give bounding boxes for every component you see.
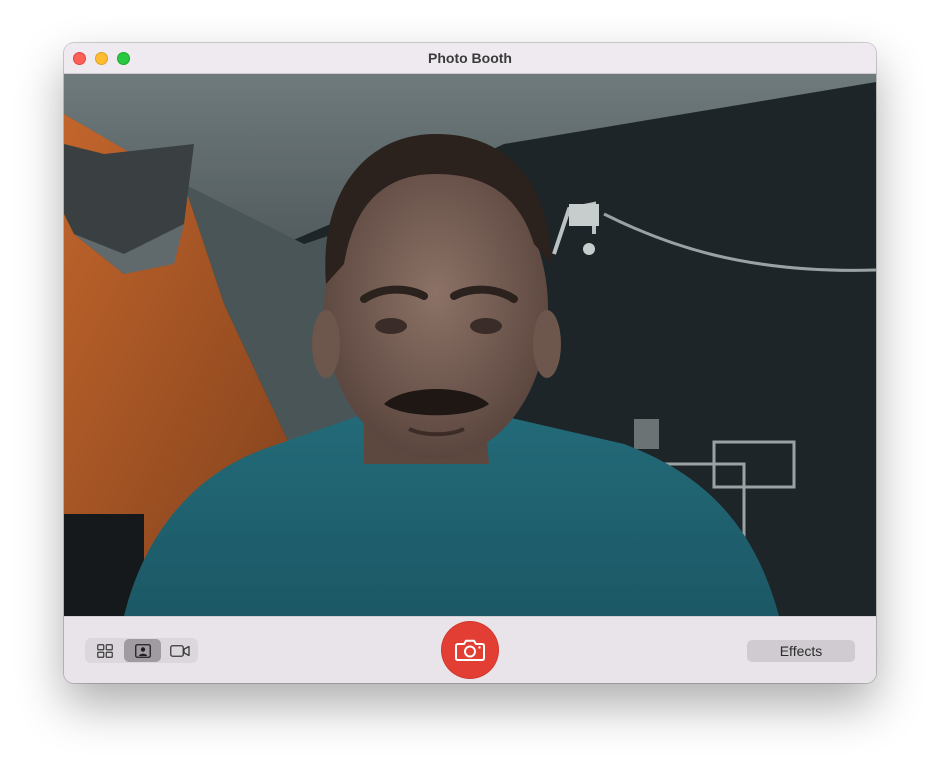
single-photo-mode-button[interactable] xyxy=(124,639,161,662)
capture-mode-selector xyxy=(85,638,198,663)
camera-preview xyxy=(64,74,876,616)
window-title: Photo Booth xyxy=(428,50,512,66)
video-camera-icon xyxy=(169,644,190,657)
portrait-photo-icon xyxy=(134,643,151,658)
take-photo-button[interactable] xyxy=(441,621,499,679)
camera-icon xyxy=(455,639,485,661)
bottom-toolbar: Effects xyxy=(64,616,876,683)
video-mode-button[interactable] xyxy=(161,639,198,662)
camera-preview-image xyxy=(64,74,876,616)
title-bar[interactable]: Photo Booth xyxy=(64,43,876,74)
grid-four-icon xyxy=(96,643,113,658)
effects-button[interactable]: Effects xyxy=(747,640,855,662)
photo-booth-window: Photo Booth Effects xyxy=(64,43,876,683)
four-photo-mode-button[interactable] xyxy=(86,639,123,662)
